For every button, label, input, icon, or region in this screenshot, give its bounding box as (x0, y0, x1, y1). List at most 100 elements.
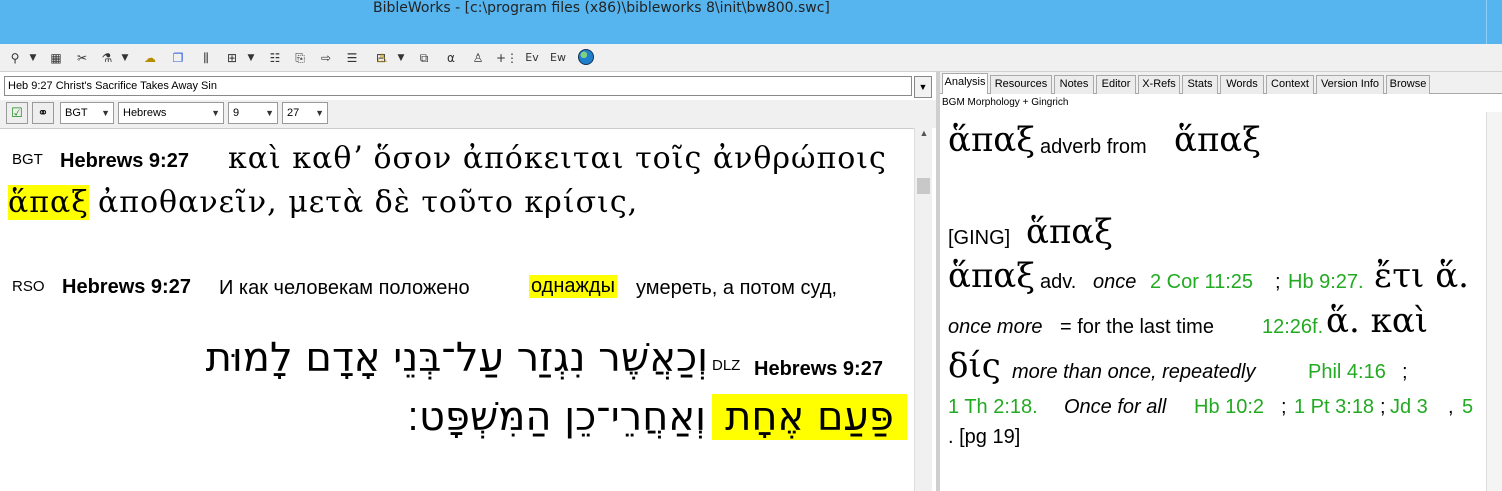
tab-notes[interactable]: Notes (1054, 75, 1094, 94)
interlinear-icon[interactable]: ⫼ (196, 48, 216, 68)
version-label[interactable]: RSO (12, 278, 45, 295)
copy-icon[interactable]: ⎘ (290, 48, 310, 68)
scripture-link[interactable]: Hb 10:2 (1194, 396, 1264, 419)
person-icon[interactable]: ♙ (468, 48, 488, 68)
chevron-down-icon: ▼ (315, 108, 324, 118)
page-reference: . [pg 19] (948, 426, 1021, 448)
parallel-icon[interactable]: ☰ (342, 48, 362, 68)
highlight-icon[interactable]: ☁ (140, 48, 160, 68)
highlighted-word[interactable]: однажды (529, 275, 617, 298)
entry-gloss: once (1093, 271, 1137, 293)
columns-icon[interactable]: ☷ (264, 48, 286, 68)
entry-greek: δίς (948, 346, 1001, 386)
scripture-link[interactable]: 1 Th 2:18. (948, 396, 1038, 419)
ew-icon[interactable]: Ew (548, 48, 568, 68)
tab-analysis[interactable]: Analysis (942, 73, 988, 94)
ev-icon[interactable]: Ev (522, 48, 542, 68)
tab-x-refs[interactable]: X-Refs (1138, 75, 1180, 94)
verse-text-area[interactable]: BGT Hebrews 9:27 καὶ καθʼ ὅσον ἀπόκειται… (0, 128, 914, 491)
version-icon[interactable]: ▦ (46, 48, 66, 68)
verse-reference[interactable]: Hebrews 9:27 (62, 276, 191, 299)
book-select-value: Hebrews (123, 107, 167, 119)
tab-browse[interactable]: Browse (1386, 75, 1430, 94)
scripture-link[interactable]: 1 Pt 3:18 (1294, 396, 1374, 419)
lemma[interactable]: ἅπαξ (1174, 120, 1261, 160)
window-edge (1486, 0, 1502, 44)
analysis-scrollbar[interactable] (1486, 112, 1502, 491)
tab-editor[interactable]: Editor (1096, 75, 1136, 94)
entry-greek: ἔτι ἅ. (1374, 256, 1469, 296)
scripture-link[interactable]: Jd 3 (1390, 396, 1428, 419)
separator: , (1448, 396, 1454, 418)
vertical-scrollbar[interactable]: ▲ (914, 128, 932, 491)
alpha-icon[interactable]: α (442, 48, 460, 68)
greek-text-line1: καὶ καθʼ ὅσον ἀπόκειται τοῖς ἀνθρώποις (228, 141, 887, 176)
tab-version-info[interactable]: Version Info (1316, 75, 1384, 94)
module-label: BGM Morphology + Gingrich (942, 97, 1069, 108)
chevron-down-icon: ▼ (101, 108, 110, 118)
highlight2-icon[interactable]: ⚠ (372, 48, 392, 68)
scripture-link[interactable]: 12:26f. (1262, 316, 1323, 339)
chapter-select-value: 9 (233, 107, 240, 119)
add-icon[interactable]: +⋮ (496, 48, 518, 68)
tab-resources[interactable]: Resources (990, 75, 1052, 94)
hebrew-text-line1: וְכַאֲשֶׁר נִגְזַר עַל־בְּנֵי אָדָם לָמו… (205, 335, 708, 381)
tab-words[interactable]: Words (1220, 75, 1264, 94)
scroll-thumb[interactable] (917, 178, 930, 194)
layout-icon[interactable]: ⊞ (222, 48, 242, 68)
tab-stats[interactable]: Stats (1182, 75, 1218, 94)
version-label[interactable]: BGT (12, 151, 43, 168)
russian-text-post: умереть, а потом суд, (636, 277, 838, 299)
dropdown-arrow-icon[interactable]: ▼ (120, 48, 130, 68)
entry-gloss: once more (948, 316, 1043, 338)
fit-icon[interactable]: ⧉ (414, 48, 434, 68)
export-icon[interactable]: ⇨ (316, 48, 336, 68)
tools-icon[interactable]: ✂ (72, 48, 92, 68)
dropdown-arrow-icon[interactable]: ▼ (246, 48, 256, 68)
greek-text-line2: ἀποθανεῖν, μετὰ δὲ τοῦτο κρίσις, (98, 185, 639, 220)
analysis-tabs: Analysis Resources Notes Editor X-Refs S… (940, 72, 1502, 94)
version-label[interactable]: DLZ (712, 357, 740, 374)
checkmark-icon[interactable]: ☑ (6, 102, 28, 124)
link-icon[interactable]: ⚭ (32, 102, 54, 124)
highlighted-word[interactable]: ἅπαξ (8, 185, 89, 220)
verse-select-value: 27 (287, 107, 300, 119)
entry-greek: ἅ. καὶ (1326, 301, 1429, 341)
verse-reference[interactable]: Hebrews 9:27 (754, 358, 883, 381)
scripture-link[interactable]: Hb 9:27. (1288, 271, 1364, 294)
analysis-pane: Analysis Resources Notes Editor X-Refs S… (940, 72, 1502, 491)
verse-select[interactable]: 27 ▼ (282, 102, 328, 124)
chevron-down-icon: ▼ (265, 108, 274, 118)
separator: ; (1402, 361, 1408, 383)
verse-dropdown-button[interactable]: ▼ (914, 76, 932, 98)
browse-pane: Heb 9:27 Christ's Sacrifice Takes Away S… (0, 72, 936, 491)
version-select-value: BGT (65, 107, 88, 119)
dropdown-arrow-icon[interactable]: ▼ (28, 48, 38, 68)
globe-icon[interactable] (578, 49, 594, 65)
headword-desc: adverb from (1040, 136, 1147, 158)
entry-gloss: more than once, repeatedly (1012, 361, 1256, 383)
analysis-icon[interactable]: ⚗ (98, 48, 116, 68)
chapter-select[interactable]: 9 ▼ (228, 102, 278, 124)
chevron-down-icon: ▼ (211, 108, 220, 118)
dropdown-arrow-icon[interactable]: ▼ (396, 48, 406, 68)
ging-tag: [GING] (948, 227, 1011, 249)
book-select[interactable]: Hebrews ▼ (118, 102, 224, 124)
search-icon[interactable]: ⚲ (6, 48, 24, 68)
scroll-up-icon[interactable]: ▲ (915, 128, 933, 142)
verse-reference[interactable]: Hebrews 9:27 (60, 150, 189, 173)
hebrew-text-line2: וְאַחֲרֵי־כֵן הַמִּשְׁפָּט׃ (407, 394, 706, 440)
highlighted-word[interactable]: פַּעַם אֶחָת (712, 394, 907, 440)
separator: ; (1275, 271, 1281, 293)
scripture-link[interactable]: 5 (1462, 396, 1473, 419)
version-controls-row: ☑ ⚭ BGT ▼ Hebrews ▼ 9 ▼ 27 ▼ (0, 100, 936, 128)
ging-word: ἅπαξ (1026, 212, 1113, 252)
verse-title-field[interactable]: Heb 9:27 Christ's Sacrifice Takes Away S… (4, 76, 912, 96)
scripture-link[interactable]: 2 Cor 11:25 (1150, 271, 1253, 294)
headword[interactable]: ἅπαξ (948, 120, 1035, 160)
window-title: BibleWorks - [c:\program files (x86)\bib… (373, 0, 830, 16)
tab-context[interactable]: Context (1266, 75, 1314, 94)
scripture-link[interactable]: Phil 4:16 (1308, 361, 1386, 384)
version-select[interactable]: BGT ▼ (60, 102, 114, 124)
windows-icon[interactable]: ❐ (168, 48, 188, 68)
